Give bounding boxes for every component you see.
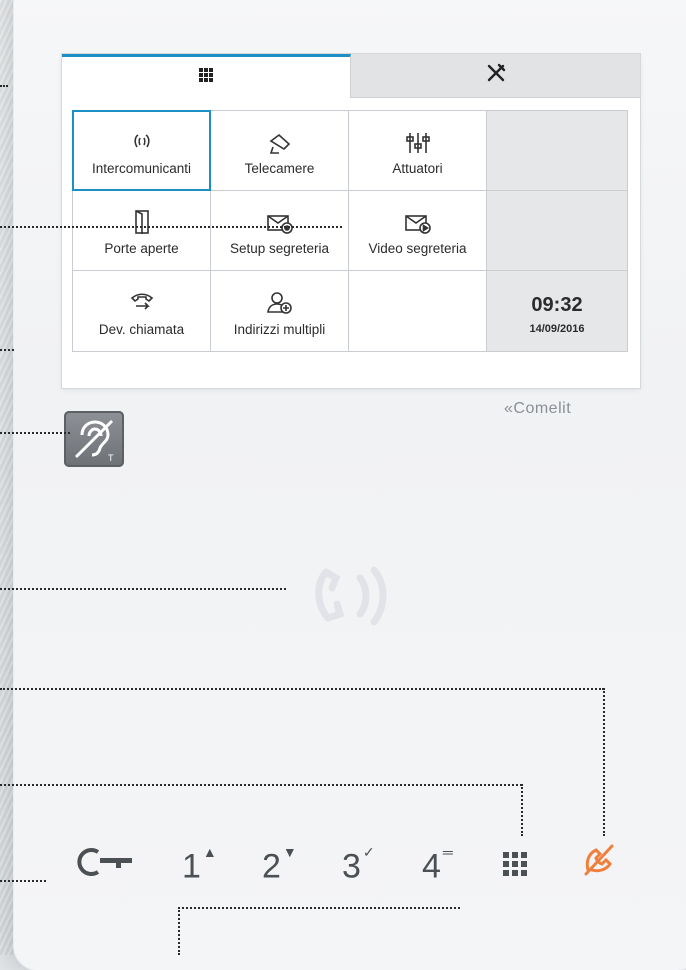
key2-button[interactable]: 2 ▼ [262,840,297,886]
empty-cell [348,270,487,352]
key3-label: 3 [342,847,361,886]
up-triangle-icon: ▲ [202,844,217,860]
intercom-icon [129,125,155,155]
menu-cameras[interactable]: Telecamere [210,110,349,191]
brand-logo: «Comelit [504,400,572,417]
actuators-icon [405,125,431,155]
callout-line-9-drop [178,907,180,955]
camera-icon [267,125,293,155]
multi-address-icon [266,286,294,316]
menu-multi-address-label: Indirizzi multipli [233,321,326,337]
menu-voicemail-setup[interactable]: Setup segreteria [210,190,349,271]
handset-logo [300,552,410,647]
door-key-button[interactable] [70,844,134,889]
tools-icon [485,62,507,89]
menu-voicemail-setup-label: Setup segreteria [229,241,330,256]
key1-label: 1 [182,847,201,886]
callout-line-4 [0,432,70,434]
check-icon: ✓ [362,844,375,860]
tab-home[interactable] [62,54,351,98]
call-divert-icon [128,286,156,316]
mute-ringer-icon [580,844,620,886]
callout-line-9 [178,907,460,909]
button-bar: 1 ▲ 2 ▼ 3 ✓ 4 ═ [70,840,670,900]
svg-text:T: T [108,453,114,463]
menu-intercom-label: Intercomunicanti [91,161,192,176]
callout-line-7-drop [521,784,523,836]
tab-settings[interactable] [351,54,640,98]
tab-bar [62,54,640,98]
menu-grid: Intercomunicanti Telecamere Attuatori Po… [72,110,628,352]
key4-label: 4 [422,847,441,886]
menu-multi-address[interactable]: Indirizzi multipli [210,270,349,352]
menu-cameras-label: Telecamere [244,161,315,176]
door-icon [132,205,152,235]
voicemail-setup-icon [266,205,294,235]
menu-button[interactable] [502,846,528,886]
menu-call-divert-label: Dev. chiamata [98,321,185,337]
clock-time: 09:32 [531,293,583,316]
menu-open-doors[interactable]: Porte aperte [72,190,211,271]
touch-screen: Intercomunicanti Telecamere Attuatori Po… [62,54,640,388]
key2-label: 2 [262,847,281,886]
callout-line-7 [0,784,522,786]
menu-video-voicemail[interactable]: Video segreteria [348,190,487,271]
menu-open-doors-label: Porte aperte [104,241,179,256]
menu-actuators[interactable]: Attuatori [348,110,487,191]
clock-date: 14/09/2016 [529,322,585,335]
callout-line-8 [0,880,46,882]
key-icon [70,848,134,888]
callout-line-6-drop [603,688,605,836]
mute-button[interactable] [580,842,620,887]
hearing-loop-icon: T [64,411,124,467]
empty-panel-middle [486,190,628,271]
key1-button[interactable]: 1 ▲ [182,840,217,886]
empty-panel-top [486,110,628,191]
video-voicemail-icon [404,205,432,235]
callout-line-1 [0,85,8,87]
menu-intercom[interactable]: Intercomunicanti [72,110,211,191]
menu-actuators-label: Attuatori [392,161,443,176]
callout-line-3 [0,349,14,351]
key4-button[interactable]: 4 ═ [422,840,453,886]
down-triangle-icon: ▼ [282,844,297,860]
clock-panel: 09:32 14/09/2016 [486,270,628,352]
callout-line-6 [0,688,604,690]
grid-icon [199,68,213,87]
callout-line-5 [0,588,286,590]
callout-line-2 [0,226,342,228]
envelope-icon: ═ [442,844,453,860]
keypad-icon [502,847,528,885]
menu-video-voicemail-label: Video segreteria [368,241,467,256]
menu-call-divert[interactable]: Dev. chiamata [72,270,211,352]
key3-button[interactable]: 3 ✓ [342,840,375,886]
